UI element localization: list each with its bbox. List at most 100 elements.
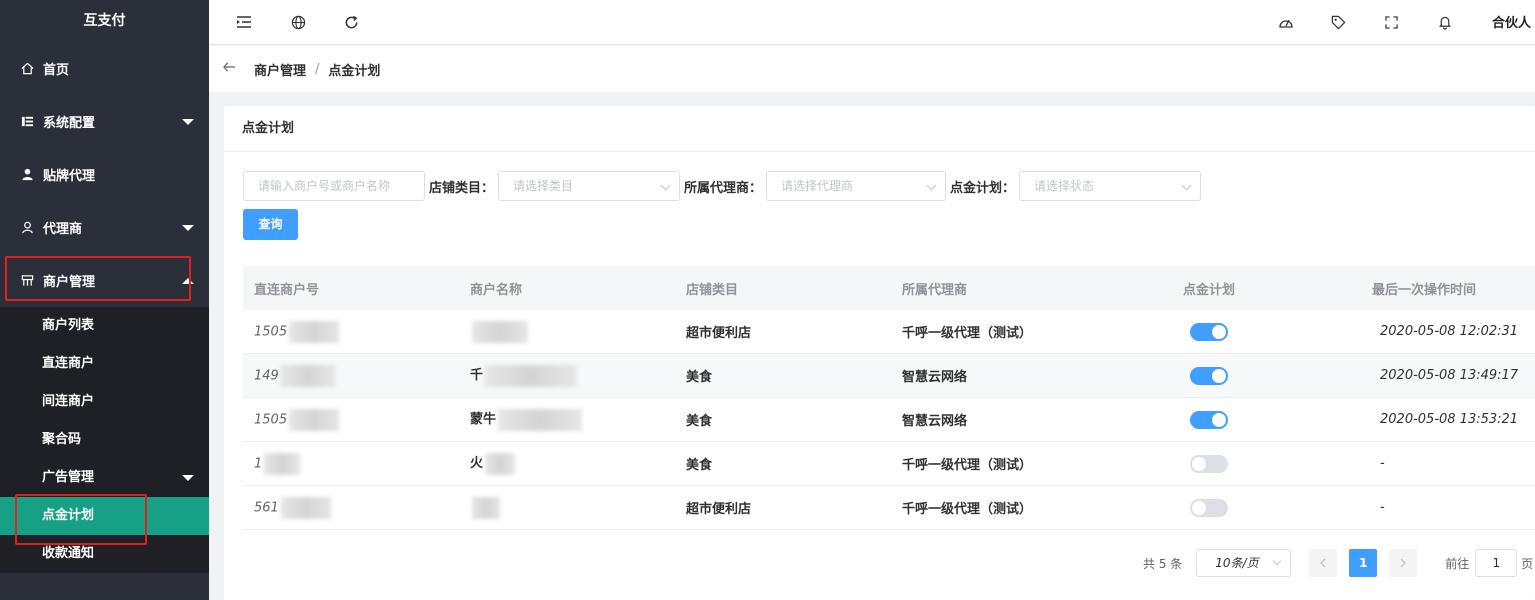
pagination: 共 5 条 10条/页 1 前往 1 页 <box>1143 549 1533 577</box>
time-cell: - <box>1380 456 1385 471</box>
top-header: 合伙人 <box>209 0 1535 45</box>
merchant-name-cell: 蒙牛 <box>460 408 674 431</box>
placeholder-text: 请输入商户号或商户名称 <box>258 179 391 193</box>
chevron-right-icon <box>1400 558 1407 568</box>
merchant-name-cell <box>460 496 674 519</box>
chevron-down-icon <box>182 475 194 481</box>
sidebar-item-agent[interactable]: 代理商 <box>0 201 209 254</box>
merchant-name-cell: 千 <box>460 364 674 387</box>
table-row: 1 火 美食 千呼一级代理（测试） - <box>243 442 1535 486</box>
time-cell: - <box>1380 500 1385 515</box>
merchant-id-cell: 1 <box>243 452 460 475</box>
merchant-id: 1505 <box>254 412 288 427</box>
page-number-current[interactable]: 1 <box>1349 549 1378 577</box>
toggle-knob <box>1212 412 1226 427</box>
dashboard-icon[interactable] <box>1277 13 1295 31</box>
prev-page-button[interactable] <box>1309 549 1338 577</box>
submenu-item-indirect-merchant[interactable]: 间连商户 <box>0 383 209 421</box>
agent-cell: 千呼一级代理（测试） <box>902 326 1033 341</box>
submenu-item-gold-plan[interactable]: 点金计划 <box>0 497 209 535</box>
table-row: 1505 超市便利店 千呼一级代理（测试） 2020-05-08 12:02:3… <box>243 310 1535 354</box>
category-cell: 超市便利店 <box>686 502 752 517</box>
column-header: 点金计划 <box>1182 282 1235 298</box>
sidebar-item-system-config[interactable]: 系统配置 <box>0 95 209 148</box>
table-row: 561 超市便利店 千呼一级代理（测试） - <box>243 486 1535 530</box>
page-size-value: 10条/页 <box>1215 556 1259 570</box>
plan-status-select[interactable]: 请选择状态 <box>1019 171 1202 201</box>
agent-select[interactable]: 请选择代理商 <box>766 171 947 201</box>
submenu-item-merchant-list[interactable]: 商户列表 <box>0 307 209 345</box>
submenu-item-aggregate-code[interactable]: 聚合码 <box>0 421 209 459</box>
merchant-name: 火 <box>470 456 484 472</box>
chevron-down-icon <box>182 118 194 125</box>
table-row: 1505 蒙牛 美食 智慧云网络 2020-05-08 13:53:21 <box>243 398 1535 442</box>
tag-icon[interactable] <box>1329 13 1347 31</box>
sidebar-item-label: 贴牌代理 <box>43 169 96 184</box>
plan-toggle[interactable] <box>1190 410 1228 429</box>
back-arrow-icon[interactable] <box>223 61 236 77</box>
toggle-knob <box>1192 456 1206 471</box>
time-cell: 2020-05-08 12:02:31 <box>1380 324 1519 339</box>
menu-fold-icon[interactable] <box>235 13 253 31</box>
sidebar-submenu: 商户列表 直连商户 间连商户 聚合码 广告管理 点金计划 收款通知 <box>0 307 209 573</box>
globe-icon[interactable] <box>289 13 307 31</box>
plan-toggle[interactable] <box>1190 498 1228 517</box>
plan-toggle[interactable] <box>1190 366 1228 385</box>
redacted-area <box>289 408 340 431</box>
user-menu[interactable]: 合伙人 <box>1492 12 1531 31</box>
breadcrumb-current: 点金计划 <box>328 63 381 79</box>
sidebar-item-label: 代理商 <box>43 222 83 237</box>
plan-cell <box>1102 366 1316 385</box>
next-page-button[interactable] <box>1389 549 1418 577</box>
merchant-name: 蒙牛 <box>470 412 497 428</box>
column-header: 店铺类目 <box>686 282 739 298</box>
submenu-item-payment-notice[interactable]: 收款通知 <box>0 535 209 573</box>
fullscreen-icon[interactable] <box>1382 13 1400 31</box>
goto-page-input[interactable]: 1 <box>1475 549 1518 577</box>
category-select[interactable]: 请选择类目 <box>498 171 681 201</box>
home-icon <box>20 62 34 76</box>
merchant-id: 1 <box>254 456 263 471</box>
submenu-item-ad-management[interactable]: 广告管理 <box>0 459 209 497</box>
plan-toggle[interactable] <box>1190 322 1228 341</box>
shop-icon <box>20 274 34 288</box>
bell-icon[interactable] <box>1436 13 1454 31</box>
chevron-up-icon <box>182 277 194 284</box>
merchant-search-input[interactable]: 请输入商户号或商户名称 <box>243 171 425 201</box>
plan-cell <box>1102 454 1316 473</box>
placeholder-text: 请选择代理商 <box>781 179 854 193</box>
merchant-id-cell: 561 <box>243 496 460 519</box>
refresh-icon[interactable] <box>342 13 360 31</box>
breadcrumb: 商户管理 / 点金计划 <box>209 46 1535 92</box>
chevron-down-icon <box>182 224 194 231</box>
redacted-area <box>280 496 331 519</box>
table-row: 149 千 美食 智慧云网络 2020-05-08 13:49:17 <box>243 354 1535 398</box>
plan-cell <box>1102 410 1316 429</box>
sidebar-item-brand-agent[interactable]: 贴牌代理 <box>0 148 209 201</box>
redacted-area <box>264 452 301 475</box>
merchant-id-cell: 1505 <box>243 320 460 343</box>
app-logo: 互支付 <box>83 13 126 29</box>
category-cell: 超市便利店 <box>686 326 752 341</box>
category-cell: 美食 <box>686 414 713 429</box>
plan-cell <box>1102 498 1316 517</box>
toggle-knob <box>1212 368 1226 383</box>
breadcrumb-parent[interactable]: 商户管理 <box>254 60 306 79</box>
time-cell: 2020-05-08 13:53:21 <box>1380 412 1519 427</box>
agent-cell: 智慧云网络 <box>902 414 968 429</box>
query-button[interactable]: 查询 <box>243 209 298 240</box>
sidebar-item-merchant-management[interactable]: 商户管理 <box>0 254 209 307</box>
column-header: 直连商户号 <box>254 282 320 298</box>
sidebar-item-home[interactable]: 首页 <box>0 42 209 95</box>
plan-status-label: 点金计划： <box>950 180 1016 196</box>
plan-toggle[interactable] <box>1190 454 1228 473</box>
category-cell: 美食 <box>686 370 713 385</box>
submenu-item-direct-merchant[interactable]: 直连商户 <box>0 345 209 383</box>
page-size-select[interactable]: 10条/页 <box>1196 549 1292 577</box>
agent-label: 所属代理商： <box>684 180 763 196</box>
merchant-id: 561 <box>254 500 279 515</box>
column-header: 最后一次操作时间 <box>1372 282 1477 298</box>
merchant-id-cell: 149 <box>243 364 460 387</box>
chevron-down-icon <box>1273 556 1282 566</box>
chevron-down-icon <box>926 180 937 191</box>
